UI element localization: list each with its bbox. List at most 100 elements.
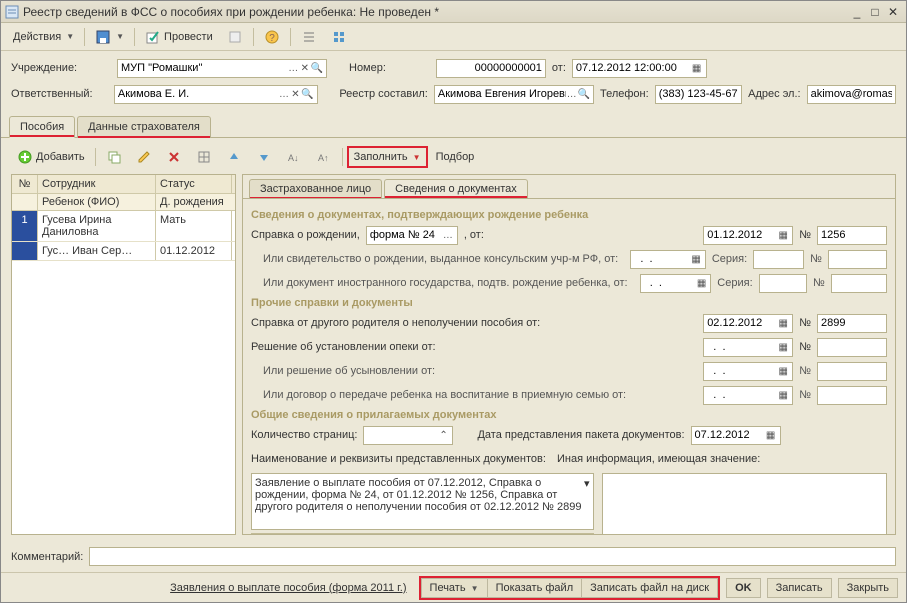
th-status[interactable]: Статус (156, 175, 232, 193)
cons-series-field[interactable] (753, 250, 804, 269)
adopt-date-field[interactable]: ▦ (703, 362, 793, 381)
grid-icon (196, 149, 212, 165)
fill-from-docs-button[interactable]: Заполнить по введенным сведениям о докум… (251, 533, 594, 534)
movedown-button[interactable] (250, 146, 278, 168)
phone-field[interactable] (655, 85, 742, 104)
compiled-input[interactable] (438, 86, 566, 103)
fill-button[interactable]: Заполнить▼ (347, 146, 428, 168)
org-input[interactable] (121, 60, 287, 77)
date-input[interactable] (576, 60, 690, 77)
tab-benefits[interactable]: Пособия (9, 116, 75, 138)
other-num-field[interactable] (817, 314, 887, 333)
guardian-date-field[interactable]: ▦ (703, 338, 793, 357)
calendar-icon[interactable]: ▦ (696, 276, 707, 291)
lookup-icon[interactable]: 🔍 (301, 87, 313, 102)
print-button[interactable]: Печать ▼ (421, 578, 487, 598)
ellipsis-icon[interactable]: … (442, 228, 454, 243)
close-button[interactable]: ✕ (884, 4, 902, 20)
packdate-field[interactable]: ▦ (691, 426, 781, 445)
th-number[interactable]: № (12, 175, 38, 193)
date-field[interactable]: ▦ (572, 59, 707, 78)
resp-input[interactable] (118, 86, 278, 103)
phone-input[interactable] (659, 86, 738, 103)
foster-date-field[interactable]: ▦ (703, 386, 793, 405)
foreign-series-field[interactable] (759, 274, 807, 293)
comment-field[interactable] (89, 547, 896, 566)
tb-extra-icon[interactable] (221, 26, 249, 48)
docs-names-textarea[interactable]: Заявление о выплате пособия от 07.12.201… (251, 473, 594, 530)
tab-insurer[interactable]: Данные страхователя (77, 116, 211, 138)
ellipsis-icon[interactable]: … (287, 61, 299, 76)
clear-icon[interactable]: ✕ (299, 61, 311, 76)
calendar-icon[interactable]: ▦ (690, 252, 702, 267)
birth-form-field[interactable]: … (366, 226, 458, 245)
select-button[interactable]: Подбор (430, 146, 481, 168)
ok-button[interactable]: OK (726, 578, 761, 598)
calendar-icon[interactable]: ▦ (777, 388, 789, 403)
calendar-icon[interactable]: ▦ (690, 61, 703, 76)
number-input[interactable] (440, 60, 542, 77)
expand-icon[interactable]: ▾ (584, 477, 590, 490)
copy-button[interactable] (100, 146, 128, 168)
lookup-icon[interactable]: 🔍 (311, 61, 323, 76)
birth-date-field[interactable]: ▦ (703, 226, 793, 245)
stepper-icon[interactable]: ⌃ (438, 428, 450, 443)
foreign-date-field[interactable]: ▦ (640, 274, 712, 293)
minimize-button[interactable]: _ (848, 4, 866, 20)
application-form-link[interactable]: Заявления о выплате пособия (форма 2011 … (170, 582, 406, 594)
calendar-icon[interactable]: ▦ (777, 364, 789, 379)
cons-date-field[interactable]: ▦ (630, 250, 706, 269)
post-button[interactable]: Провести (139, 26, 219, 48)
sortasc-button[interactable]: A↓ (280, 146, 308, 168)
tab-insured-person[interactable]: Застрахованное лицо (249, 179, 382, 199)
calendar-icon[interactable]: ▦ (777, 340, 789, 355)
email-field[interactable] (807, 85, 896, 104)
list-view2-button[interactable] (325, 26, 353, 48)
comment-input[interactable] (93, 548, 892, 565)
calendar-icon[interactable]: ▦ (777, 316, 789, 331)
pages-field[interactable]: ⌃ (363, 426, 453, 445)
table-row[interactable]: Гус… Иван Сер… 01.12.2012 (12, 242, 235, 261)
tab-document-info[interactable]: Сведения о документах (384, 179, 528, 199)
calendar-icon[interactable]: ▦ (777, 228, 789, 243)
th-dob[interactable]: Д. рождения (156, 194, 232, 210)
calendar-icon[interactable]: ▦ (765, 428, 777, 443)
clear-icon[interactable]: ✕ (290, 87, 301, 102)
help-button[interactable]: ? (258, 26, 286, 48)
adopt-num-field[interactable] (817, 362, 887, 381)
number-field[interactable] (436, 59, 546, 78)
close-doc-button[interactable]: Закрыть (838, 578, 898, 598)
table-row[interactable]: 1 Гусева Ирина Даниловна Мать (12, 211, 235, 242)
layout-button[interactable] (190, 146, 218, 168)
th-child[interactable]: Ребенок (ФИО) (38, 194, 156, 210)
sortdesc-button[interactable]: A↑ (310, 146, 338, 168)
list-view1-button[interactable] (295, 26, 323, 48)
maximize-button[interactable]: □ (866, 4, 884, 20)
email-input[interactable] (811, 86, 892, 103)
guardian-num-field[interactable] (817, 338, 887, 357)
foster-num-field[interactable] (817, 386, 887, 405)
delete-button[interactable] (160, 146, 188, 168)
cons-num-field[interactable] (828, 250, 887, 269)
ellipsis-icon[interactable]: … (278, 87, 289, 102)
compiled-field[interactable]: … 🔍 (434, 85, 594, 104)
comment-label: Комментарий: (11, 551, 83, 563)
other-info-textarea[interactable] (602, 473, 887, 534)
other-date-field[interactable]: ▦ (703, 314, 793, 333)
moveup-button[interactable] (220, 146, 248, 168)
save-icon-button[interactable]: ▼ (89, 26, 130, 48)
write-button[interactable]: Записать (767, 578, 832, 598)
add-button[interactable]: Добавить (11, 146, 91, 168)
resp-field[interactable]: … ✕ 🔍 (114, 85, 318, 104)
save-file-button[interactable]: Записать файл на диск (581, 578, 718, 598)
edit-button[interactable] (130, 146, 158, 168)
actions-menu[interactable]: Действия▼ (7, 26, 80, 48)
th-employee[interactable]: Сотрудник (38, 175, 156, 193)
org-field[interactable]: … ✕ 🔍 (117, 59, 327, 78)
foreign-num-field[interactable] (831, 274, 887, 293)
lookup-icon[interactable]: 🔍 (578, 87, 590, 102)
birth-num-field[interactable] (817, 226, 887, 245)
header-form: Учреждение: … ✕ 🔍 Номер: от: ▦ Ответстве… (1, 51, 906, 113)
ellipsis-icon[interactable]: … (566, 87, 578, 102)
show-file-button[interactable]: Показать файл (487, 578, 582, 598)
